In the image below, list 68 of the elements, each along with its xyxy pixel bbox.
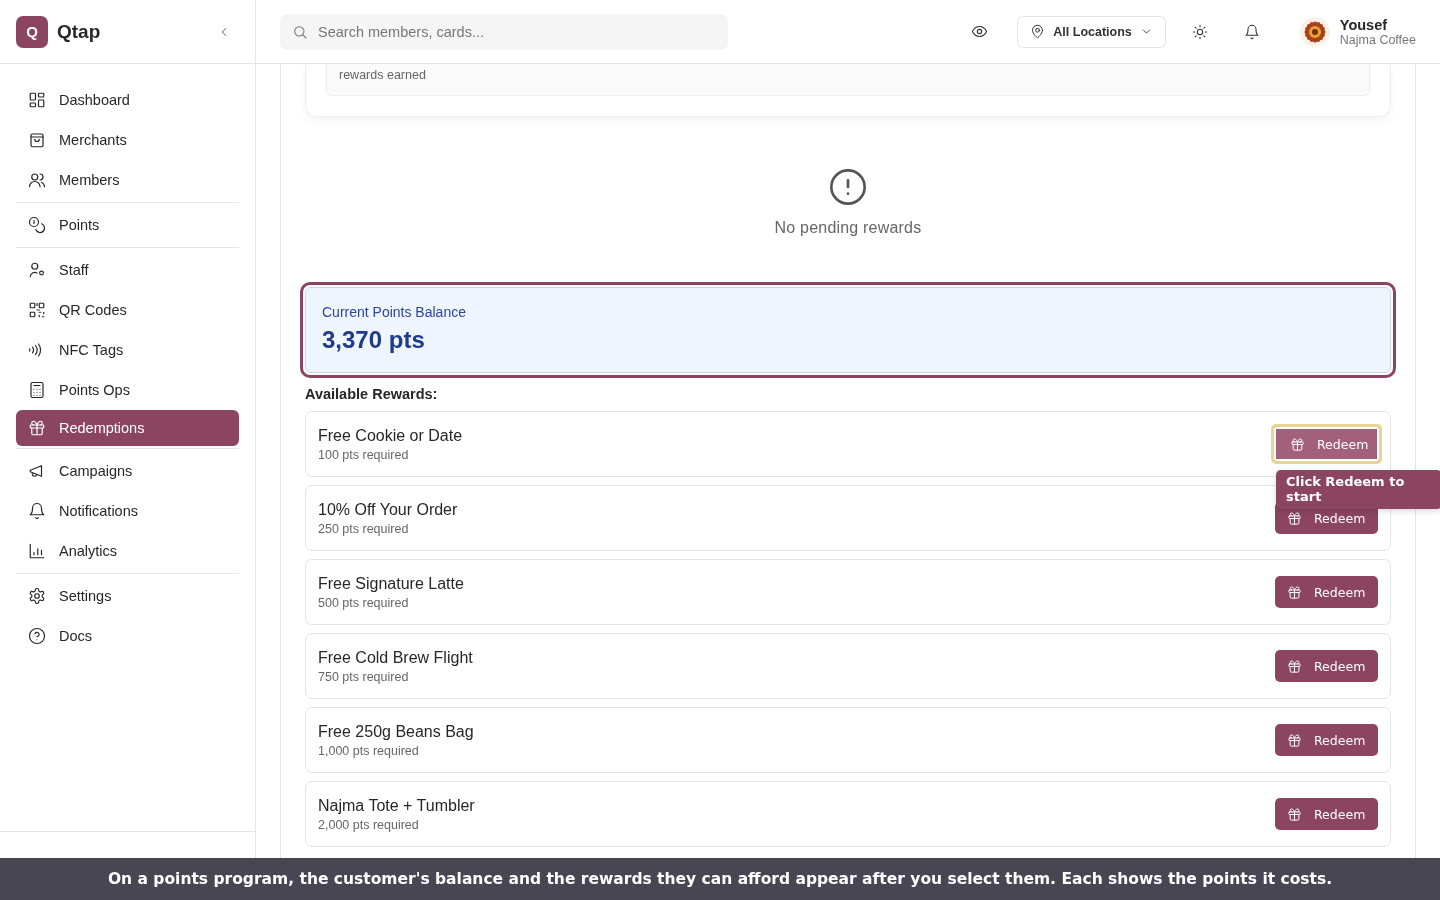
gift-icon bbox=[1287, 732, 1302, 748]
reward-cost: 250 pts required bbox=[318, 521, 410, 536]
gift-icon bbox=[1287, 584, 1302, 600]
gift-icon bbox=[28, 419, 46, 437]
dashboard-icon bbox=[28, 91, 46, 109]
balance-value: 3,370 pts bbox=[322, 326, 426, 354]
reward-name: Free 250g Beans Bag bbox=[318, 722, 475, 741]
sidebar-item[interactable]: NFC Tags bbox=[16, 330, 239, 370]
redeem-button[interactable]: Redeem bbox=[1275, 798, 1378, 830]
user-name: Yousef bbox=[1339, 16, 1389, 33]
bell-icon bbox=[28, 502, 46, 520]
user-gear-icon bbox=[28, 261, 46, 279]
section-heading: Available Rewards: bbox=[305, 386, 439, 402]
search-icon bbox=[292, 23, 308, 40]
sidebar-item[interactable]: Docs bbox=[16, 616, 239, 656]
gift-icon bbox=[1287, 806, 1302, 822]
sidebar-item[interactable]: Points Ops bbox=[16, 370, 239, 410]
gift-icon bbox=[1287, 658, 1302, 674]
users-icon bbox=[28, 171, 46, 189]
sidebar-item[interactable]: Redemptions bbox=[16, 410, 239, 446]
reward-cost: 2,000 pts required bbox=[318, 817, 420, 832]
bag-icon bbox=[28, 131, 46, 149]
gift-icon bbox=[1287, 510, 1302, 526]
reward-name: Free Signature Latte bbox=[318, 574, 465, 593]
reward-name: Najma Tote + Tumbler bbox=[318, 796, 476, 815]
app-name: Qtap bbox=[57, 20, 102, 43]
sun-icon bbox=[1191, 23, 1208, 40]
reward-cost: 100 pts required bbox=[318, 447, 410, 462]
bar-chart-icon bbox=[28, 542, 46, 560]
alert-circle-icon bbox=[828, 167, 868, 207]
empty-message: No pending rewards bbox=[774, 219, 922, 237]
sidebar-item[interactable]: Analytics bbox=[16, 531, 239, 571]
coins-icon bbox=[28, 216, 46, 234]
bell-icon bbox=[1243, 23, 1260, 40]
balance-label: Current Points Balance bbox=[322, 304, 467, 320]
redeem-button[interactable]: Redeem bbox=[1271, 424, 1382, 464]
reward-cost: 750 pts required bbox=[318, 669, 410, 684]
redeem-button[interactable]: Redeem bbox=[1275, 650, 1378, 682]
tooltip: Click Redeem to start bbox=[1276, 470, 1440, 509]
reward-name: 10% Off Your Order bbox=[318, 500, 459, 519]
eye-icon bbox=[970, 23, 988, 40]
sidebar-item[interactable]: Settings bbox=[16, 576, 239, 616]
sidebar-item[interactable]: Merchants bbox=[16, 120, 239, 160]
settings-icon bbox=[28, 587, 46, 605]
redeem-button[interactable]: Redeem bbox=[1275, 576, 1378, 608]
reward-name: Free Cold Brew Flight bbox=[318, 648, 474, 667]
qr-code-icon bbox=[28, 301, 46, 319]
avatar-icon[interactable] bbox=[1299, 16, 1330, 47]
reward-cost: 500 pts required bbox=[318, 595, 410, 610]
help-icon bbox=[28, 627, 46, 645]
sidebar-item[interactable]: Staff bbox=[16, 250, 239, 290]
sidebar-item[interactable]: Campaigns bbox=[16, 451, 239, 491]
location-dropdown[interactable]: All Locations bbox=[1017, 15, 1166, 48]
reward-cost: 1,000 pts required bbox=[318, 743, 420, 758]
caption-bar: On a points program, the customer's balance and the rewards they can afford appear after you select them. Each shows the points it costs. bbox=[0, 858, 1440, 900]
stat-caption: rewards earned bbox=[339, 68, 426, 82]
reward-name: Free Cookie or Date bbox=[318, 426, 464, 445]
sidebar-item[interactable]: Points bbox=[16, 205, 239, 245]
sidebar-item[interactable]: Dashboard bbox=[16, 80, 239, 120]
pin-icon bbox=[1030, 24, 1046, 39]
app-logo: Q bbox=[16, 15, 48, 48]
calculator-icon bbox=[28, 381, 46, 399]
user-organization: Najma Coffee bbox=[1339, 32, 1416, 47]
redeem-button[interactable]: Redeem bbox=[1275, 724, 1378, 756]
gift-icon bbox=[1290, 436, 1305, 452]
sidebar-item[interactable]: Members bbox=[16, 160, 239, 200]
sidebar-item[interactable]: QR Codes bbox=[16, 290, 239, 330]
sidebar-item[interactable]: Notifications bbox=[16, 491, 239, 531]
